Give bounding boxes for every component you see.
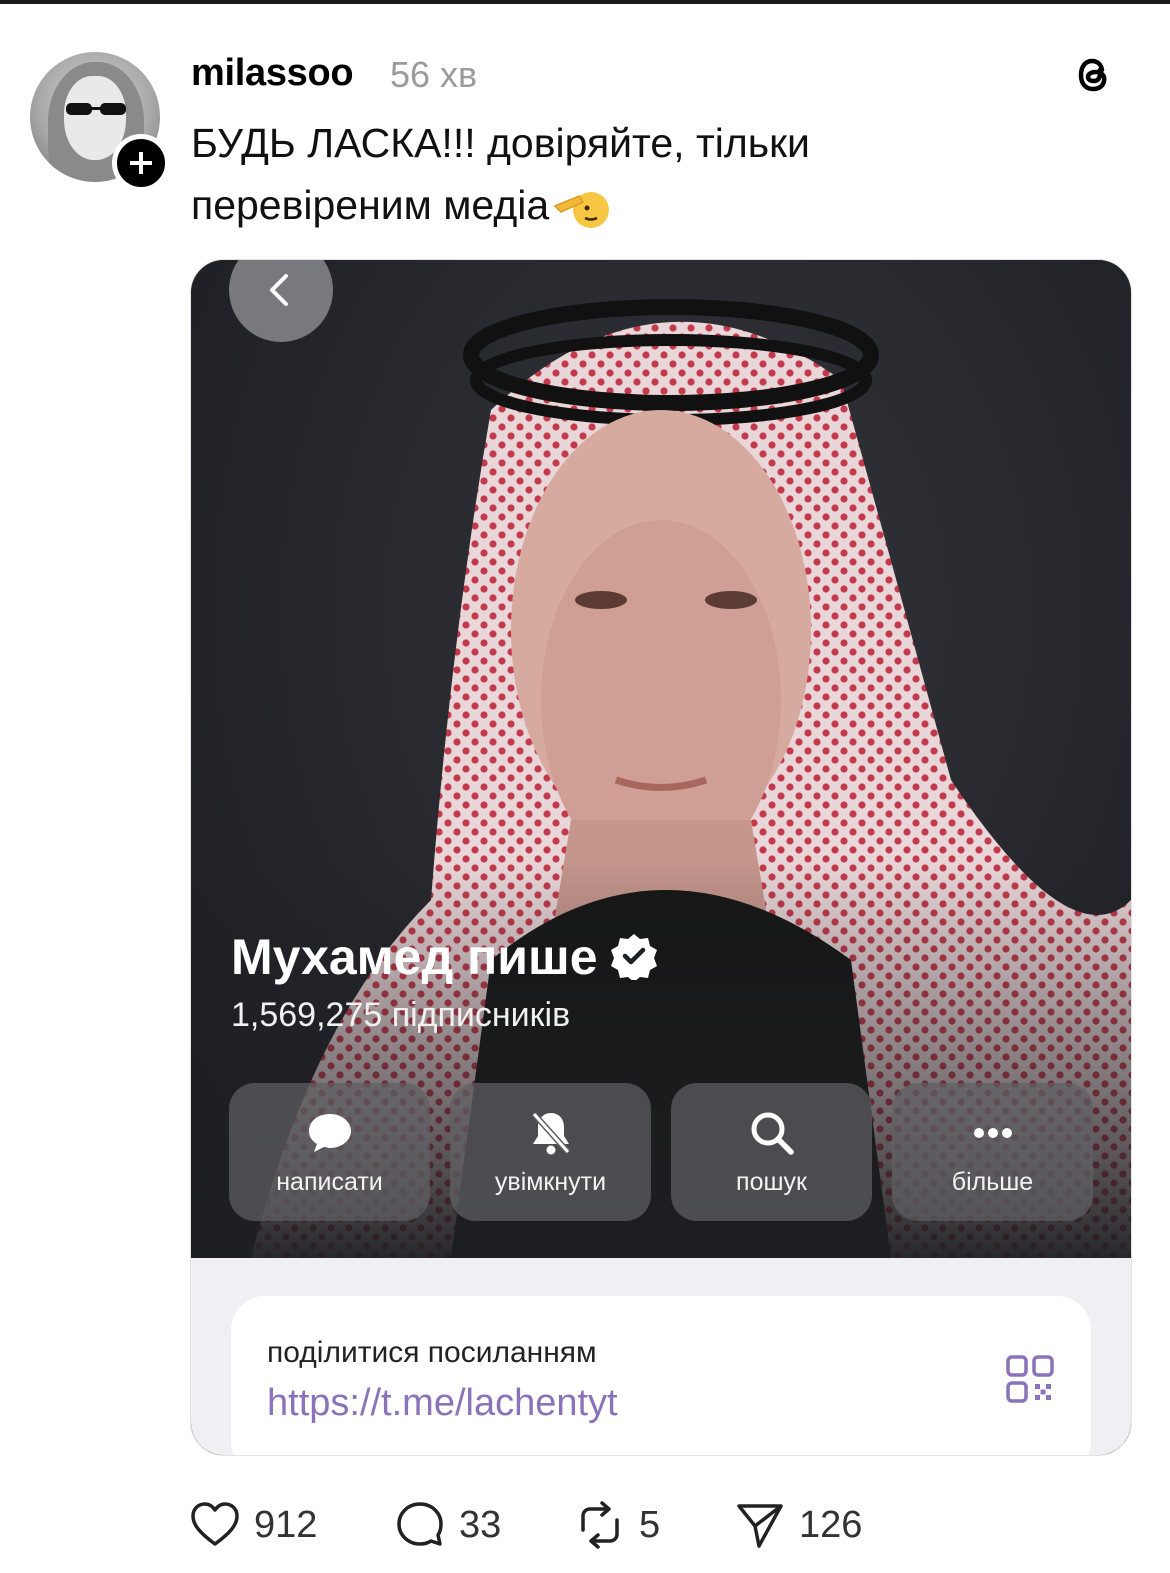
chat-bubble-icon (308, 1113, 351, 1152)
post-username[interactable]: milassoo (191, 52, 354, 95)
comment-icon (397, 1502, 443, 1546)
channel-name-text: Мухамед пише (231, 929, 598, 985)
share-link-card[interactable]: поділитися посиланням https://t.me/lache… (231, 1296, 1091, 1455)
unmute-label: увімкнути (494, 1167, 607, 1196)
repost-stat[interactable]: 5 (575, 1500, 660, 1550)
telegram-screenshot-card[interactable]: Мухамед пише 1,569,275 підписників напис… (190, 259, 1132, 1456)
threads-logo-icon[interactable] (1068, 50, 1118, 100)
search-icon (751, 1112, 794, 1155)
repost-count: 5 (639, 1503, 661, 1546)
more-dots-icon (973, 1127, 1012, 1138)
share-stat[interactable]: 126 (735, 1500, 862, 1550)
verified-badge-icon (610, 934, 657, 980)
post-stats: 912 33 5 126 (190, 1500, 950, 1550)
post-text-line-1: БУДЬ ЛАСКА!!! довіряйте, тільки (191, 120, 810, 166)
channel-name: Мухамед пише (231, 928, 658, 986)
like-count: 912 (254, 1503, 318, 1546)
message-label: написати (276, 1167, 383, 1196)
post-text: БУДЬ ЛАСКА!!! довіряйте, тільки перевіре… (191, 112, 1051, 236)
post-time: 56 хв (390, 54, 478, 95)
bell-off-icon (531, 1111, 570, 1154)
share-link-label: поділитися посиланням (267, 1336, 597, 1369)
chevron-left-icon (270, 274, 288, 306)
like-stat[interactable]: 912 (190, 1500, 317, 1550)
post-text-line-2: перевіреним медіа (191, 174, 1051, 236)
post-text-line-2-text: перевіреним медіа (191, 182, 550, 228)
send-icon (737, 1504, 783, 1548)
more-button[interactable]: більше (892, 1083, 1093, 1221)
reply-count: 33 (459, 1503, 502, 1546)
more-label: більше (951, 1167, 1034, 1196)
channel-info-area: поділитися посиланням https://t.me/lache… (191, 1258, 1131, 1455)
repost-icon (581, 1501, 619, 1549)
search-button[interactable]: пошук (671, 1083, 872, 1221)
follow-button[interactable] (112, 134, 170, 192)
heart-icon (191, 1502, 239, 1546)
share-count: 126 (799, 1503, 863, 1546)
search-label: пошук (736, 1167, 807, 1196)
plus-icon (130, 152, 152, 174)
channel-photo: Мухамед пише 1,569,275 підписників напис… (191, 260, 1131, 1258)
share-link-url[interactable]: https://t.me/lachentyt (267, 1382, 618, 1425)
message-button[interactable]: написати (229, 1083, 430, 1221)
qr-code-icon[interactable] (1005, 1354, 1055, 1404)
avatar-sunglasses (66, 103, 126, 115)
top-divider (0, 0, 1170, 4)
saluting-face-emoji (553, 192, 610, 229)
subscriber-count: 1,569,275 підписників (231, 996, 571, 1034)
channel-actions: написати увімкнути пошук більше (229, 1083, 1093, 1221)
reply-stat[interactable]: 33 (395, 1500, 501, 1550)
unmute-button[interactable]: увімкнути (450, 1083, 651, 1221)
